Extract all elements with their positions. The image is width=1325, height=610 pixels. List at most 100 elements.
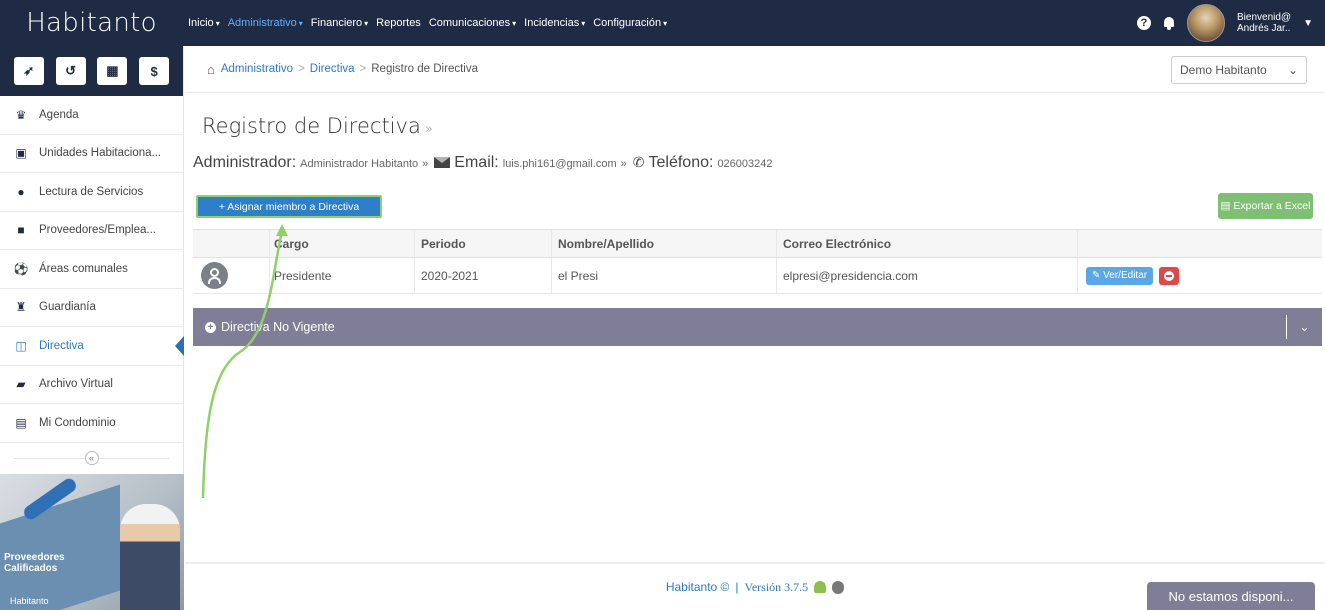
page-title: Registro de Directiva» [202, 114, 433, 138]
cell-cargo: Presidente [269, 258, 414, 293]
bell-icon[interactable] [1163, 16, 1175, 30]
sidebar-item-label: Agenda [39, 108, 79, 121]
sidebar-item-condominio[interactable]: ▤ Mi Condominio [0, 404, 183, 443]
sidebar-item-label: Directiva [39, 339, 84, 352]
project-select[interactable]: Demo Habitanto ⌄ [1171, 56, 1307, 84]
top-navbar: Habitanto Inicio ▾ Administrativo ▾ Financ… [0, 0, 1325, 46]
minus-circle-icon [1164, 270, 1175, 281]
send-icon[interactable]: ➶ [13, 57, 44, 85]
breadcrumb: ⌂ Administrativo > Directiva > Registro … [185, 46, 1325, 93]
nav-financiero[interactable]: Financiero ▾ [311, 17, 368, 29]
sidebar-item-label: Archivo Virtual [39, 378, 113, 391]
delete-button[interactable] [1159, 266, 1180, 285]
building-icon: ▤ [15, 415, 27, 430]
caret-down-icon[interactable]: ▼ [1303, 18, 1313, 29]
user-area: ? Bienvenid@ Andrés Jar.. ▼ [1137, 0, 1313, 46]
admin-value: Administrador Habitanto [300, 158, 419, 170]
promo-title: Proveedores Calificados [4, 552, 65, 574]
breadcrumb-separator: > [298, 63, 305, 75]
sidebar-item-label: Guardianía [39, 301, 96, 314]
promo-banner[interactable]: Proveedores Calificados Habitanto [0, 474, 184, 610]
excel-icon: ▤ [1220, 200, 1234, 212]
guard-icon: ♜ [15, 300, 27, 315]
directiva-table: Cargo Periodo Nombre/Apellido Correo Ele… [193, 229, 1322, 294]
nav-inicio[interactable]: Inicio ▾ [188, 17, 220, 29]
building-unit-icon: ▣ [15, 146, 27, 161]
dollar-icon[interactable]: $ [139, 57, 170, 85]
email-label: Email: [454, 154, 499, 171]
sidebar-item-directiva[interactable]: ◫ Directiva [0, 327, 184, 366]
email-value: luis.phi161@gmail.com [502, 158, 617, 170]
sidebar-item-label: Áreas comunales [39, 262, 128, 275]
col-nombre[interactable]: Nombre/Apellido [551, 230, 776, 257]
edit-icon: ✎ [1092, 270, 1104, 281]
user-avatar-icon [201, 262, 228, 289]
brand-logo[interactable]: Habitanto [0, 0, 183, 46]
cell-periodo: 2020-2021 [414, 258, 551, 293]
sidebar-item-proveedores[interactable]: ■ Proveedores/Emplea... [0, 212, 183, 250]
chat-widget-button[interactable]: No estamos disponi... [1147, 582, 1315, 610]
sidebar-item-agenda[interactable]: ♛ Agenda [0, 96, 183, 135]
phone-icon: ✆ [632, 154, 645, 170]
sidebar-item-archivo[interactable]: ▰ Archivo Virtual [0, 366, 183, 404]
directiva-no-vigente-panel[interactable]: + Directiva No Vigente ⌄ [193, 308, 1322, 346]
agenda-icon: ♛ [15, 107, 27, 122]
panel-title: Directiva No Vigente [221, 320, 335, 334]
envelope-icon [434, 157, 451, 168]
nav-incidencias[interactable]: Incidencias ▾ [524, 17, 585, 29]
main-nav: Inicio ▾ Administrativo ▾ Financiero ▾ Repo… [188, 0, 667, 46]
sidebar: ➶ ↺ ▦ $ ♛ Agenda ▣ Unidades Habitaciona...… [0, 46, 184, 610]
calculator-icon[interactable]: ▦ [97, 57, 128, 85]
android-icon[interactable] [814, 581, 827, 593]
sidebar-item-label: Lectura de Servicios [39, 185, 144, 198]
admin-label: Administrador: [193, 154, 297, 171]
project-select-value: Demo Habitanto [1180, 63, 1267, 77]
cell-nombre: el Presi [551, 258, 776, 293]
plus-circle-icon: + [205, 321, 216, 333]
apple-icon[interactable] [832, 580, 845, 594]
cell-correo: elpresi@presidencia.com [776, 258, 1077, 293]
sidebar-item-label: Proveedores/Emplea... [39, 224, 156, 237]
sidebar-item-guardiania[interactable]: ♜ Guardianía [0, 289, 183, 327]
col-correo[interactable]: Correo Electrónico [776, 230, 1077, 257]
sidebar-item-areas[interactable]: ⚽ Áreas comunales [0, 250, 183, 289]
admin-info: Administrador: Administrador Habitanto »… [193, 154, 773, 171]
breadcrumb-current: Registro de Directiva [371, 63, 478, 75]
sidebar-item-lectura[interactable]: ● Lectura de Servicios [0, 173, 183, 212]
breadcrumb-directiva[interactable]: Directiva [310, 63, 355, 75]
sidebar-collapse-row: « [0, 443, 183, 473]
sidebar-toolbar: ➶ ↺ ▦ $ [0, 46, 183, 96]
col-periodo[interactable]: Periodo [414, 230, 551, 257]
active-indicator [175, 336, 184, 356]
book-icon: ▰ [16, 377, 26, 392]
breadcrumb-administrativo[interactable]: Administrativo [221, 63, 293, 75]
breadcrumb-separator: > [359, 63, 367, 75]
nav-administrativo[interactable]: Administrativo ▾ [228, 17, 303, 29]
home-icon[interactable]: ⌂ [207, 62, 215, 77]
sidebar-item-label: Mi Condominio [39, 416, 116, 429]
phone-label: Teléfono: [648, 154, 714, 171]
table-row: Presidente 2020-2021 el Presi elpresi@pr… [193, 258, 1322, 294]
chevron-down-icon[interactable]: ⌄ [1286, 315, 1322, 339]
chevron-down-icon: ⌄ [1287, 63, 1298, 77]
main-content: ⌂ Administrativo > Directiva > Registro … [185, 46, 1325, 610]
promo-wall-graphic [0, 484, 120, 610]
user-avatar[interactable] [1187, 4, 1226, 42]
history-icon[interactable]: ↺ [55, 57, 86, 85]
nav-configuracion[interactable]: Configuración ▾ [593, 17, 667, 29]
col-cargo[interactable]: Cargo [269, 230, 414, 257]
footer-brand: Habitanto © [665, 580, 730, 594]
user-menu[interactable]: Bienvenid@ Andrés Jar.. [1237, 12, 1291, 34]
assign-member-button[interactable]: + Asignar miembro a Directiva [196, 195, 382, 218]
table-header: Cargo Periodo Nombre/Apellido Correo Ele… [193, 229, 1322, 258]
promo-brand: Habitanto [10, 596, 49, 606]
nav-reportes[interactable]: Reportes [376, 17, 421, 29]
user-greeting: Bienvenid@ [1237, 12, 1292, 23]
nav-comunicaciones[interactable]: Comunicaciones ▾ [429, 17, 516, 29]
export-excel-button[interactable]: ▤ Exportar a Excel [1218, 193, 1313, 219]
help-icon[interactable]: ? [1137, 16, 1152, 30]
sidebar-item-unidades[interactable]: ▣ Unidades Habitaciona... [0, 135, 183, 173]
sidebar-item-label: Unidades Habitaciona... [39, 147, 162, 160]
view-edit-button[interactable]: ✎ Ver/Editar [1086, 266, 1154, 285]
collapse-sidebar-icon[interactable]: « [84, 450, 99, 465]
